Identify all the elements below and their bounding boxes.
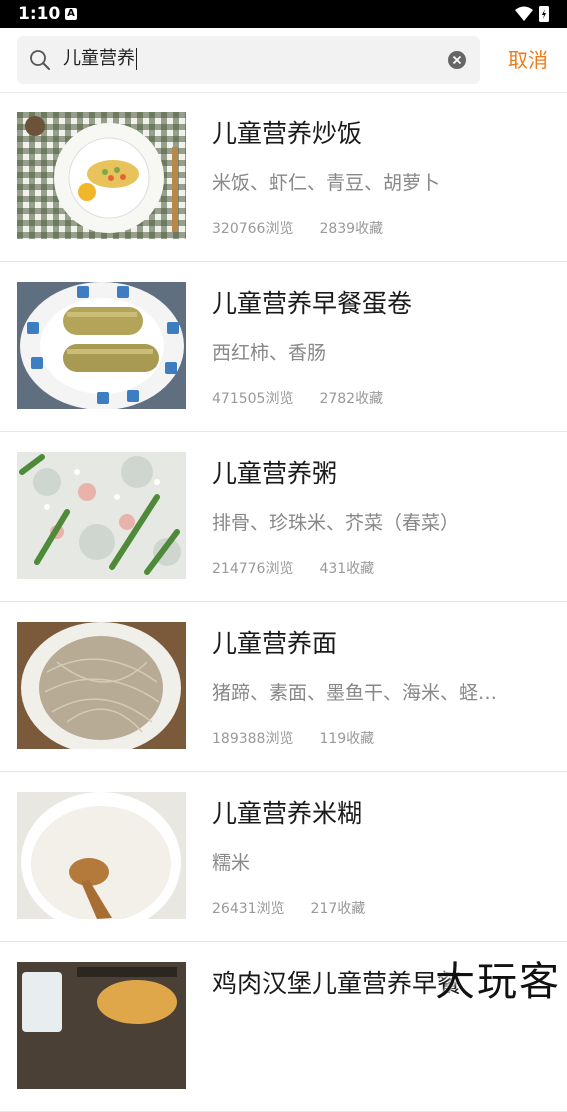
recipe-ingredients: 猪蹄、素面、墨鱼干、海米、蛏… bbox=[212, 682, 498, 704]
recipe-stats: 26431浏览 217收藏 bbox=[212, 898, 391, 918]
recipe-thumbnail bbox=[17, 282, 186, 409]
recipe-stats: 471505浏览 2782收藏 bbox=[212, 388, 409, 408]
recipe-title: 儿童营养炒饭 bbox=[212, 119, 363, 148]
recipe-thumbnail bbox=[17, 792, 186, 919]
recipe-stats: 189388浏览 119收藏 bbox=[212, 728, 400, 748]
notification-icon: A bbox=[65, 8, 77, 20]
recipe-title: 鸡肉汉堡儿童营养早餐 bbox=[212, 969, 463, 998]
search-header: 儿童营养 取消 bbox=[0, 28, 567, 93]
recipe-item[interactable]: 儿童营养炒饭 米饭、虾仁、青豆、胡萝卜 320766浏览 2839收藏 bbox=[0, 92, 567, 262]
recipe-title: 儿童营养米糊 bbox=[212, 799, 363, 828]
watermark: 大玩客 bbox=[435, 959, 561, 1005]
status-bar: 1:10 A bbox=[0, 0, 567, 28]
cancel-button[interactable]: 取消 bbox=[508, 44, 548, 73]
status-time: 1:10 bbox=[18, 4, 61, 24]
recipe-thumbnail bbox=[17, 622, 186, 749]
recipe-ingredients: 排骨、珍珠米、芥菜（春菜） bbox=[212, 512, 460, 534]
view-count: 214776浏览 bbox=[212, 561, 294, 577]
favorite-count: 119收藏 bbox=[319, 731, 375, 747]
recipe-thumbnail bbox=[17, 112, 186, 239]
wifi-battery-icon bbox=[515, 6, 549, 22]
clear-icon[interactable] bbox=[448, 51, 466, 69]
recipe-item[interactable]: 儿童营养面 猪蹄、素面、墨鱼干、海米、蛏… 189388浏览 119收藏 bbox=[0, 602, 567, 772]
recipe-ingredients: 糯米 bbox=[212, 852, 251, 874]
favorite-count: 217收藏 bbox=[310, 901, 366, 917]
recipe-ingredients: 米饭、虾仁、青豆、胡萝卜 bbox=[212, 172, 441, 194]
recipe-item[interactable]: 儿童营养粥 排骨、珍珠米、芥菜（春菜） 214776浏览 431收藏 bbox=[0, 432, 567, 602]
status-icons bbox=[513, 4, 553, 24]
view-count: 320766浏览 bbox=[212, 221, 294, 237]
recipe-thumbnail bbox=[17, 962, 186, 1089]
recipe-ingredients: 西红柿、香肠 bbox=[212, 342, 327, 364]
recipe-title: 儿童营养面 bbox=[212, 629, 338, 658]
recipe-item[interactable]: 儿童营养早餐蛋卷 西红柿、香肠 471505浏览 2782收藏 bbox=[0, 262, 567, 432]
view-count: 189388浏览 bbox=[212, 731, 294, 747]
search-input[interactable]: 儿童营养 bbox=[17, 36, 480, 84]
recipe-stats: 214776浏览 431收藏 bbox=[212, 558, 400, 578]
search-icon bbox=[29, 49, 51, 71]
favorite-count: 431收藏 bbox=[319, 561, 375, 577]
recipe-item[interactable]: 儿童营养米糊 糯米 26431浏览 217收藏 bbox=[0, 772, 567, 942]
favorite-count: 2839收藏 bbox=[319, 221, 384, 237]
view-count: 26431浏览 bbox=[212, 901, 285, 917]
recipe-stats: 320766浏览 2839收藏 bbox=[212, 218, 409, 238]
search-query[interactable]: 儿童营养 bbox=[63, 48, 137, 70]
recipe-title: 儿童营养粥 bbox=[212, 459, 338, 488]
view-count: 471505浏览 bbox=[212, 391, 294, 407]
recipe-title: 儿童营养早餐蛋卷 bbox=[212, 289, 413, 318]
favorite-count: 2782收藏 bbox=[319, 391, 384, 407]
recipe-thumbnail bbox=[17, 452, 186, 579]
